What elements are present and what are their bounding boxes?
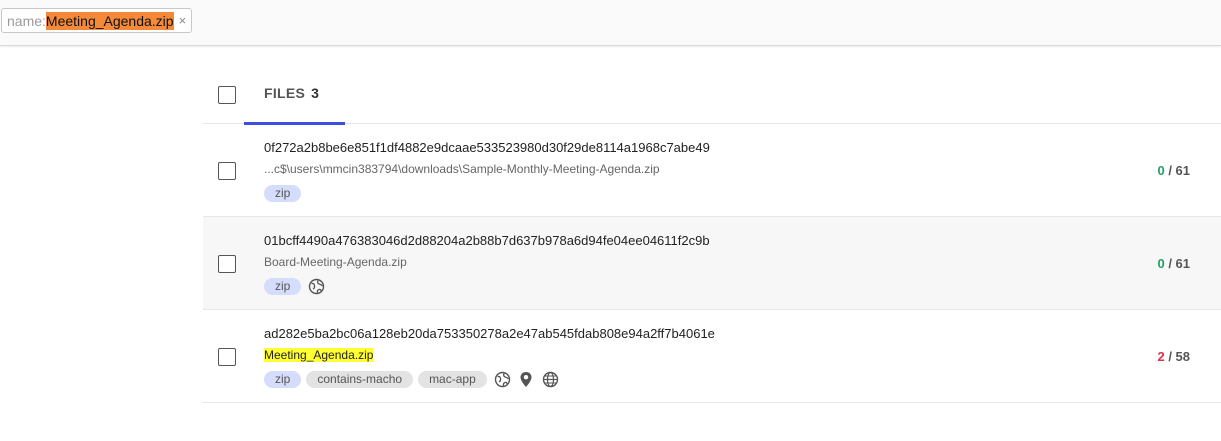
network-globe-icon xyxy=(308,278,325,295)
file-hash[interactable]: 0f272a2b8be6e851f1df4882e9dcaae533523980… xyxy=(264,140,710,155)
search-bar: name: Meeting_Agenda.zip × xyxy=(0,0,1221,46)
tag-list: zip xyxy=(264,185,302,202)
network-globe-icon xyxy=(494,371,511,388)
row-checkbox[interactable] xyxy=(218,348,236,366)
detection-total: / 58 xyxy=(1168,349,1190,364)
row-checkbox[interactable] xyxy=(218,162,236,180)
results-header: FILES 3 xyxy=(203,46,1221,125)
detection-score: 2 / 58 xyxy=(1157,349,1190,364)
tag-list: zip contains-macho mac-app xyxy=(264,371,559,388)
tag-zip[interactable]: zip xyxy=(264,278,302,295)
tab-files-label: FILES 3 xyxy=(264,85,319,101)
detection-count: 2 xyxy=(1157,349,1165,364)
file-name: Board-Meeting-Agenda.zip xyxy=(264,255,407,269)
tag-list: zip xyxy=(264,278,325,295)
filter-value: Meeting_Agenda.zip xyxy=(45,11,174,30)
web-globe-icon xyxy=(542,371,559,388)
remove-filter-icon[interactable]: × xyxy=(179,13,187,28)
tag-zip[interactable]: zip xyxy=(264,185,302,202)
detection-count: 0 xyxy=(1157,256,1165,271)
file-hash[interactable]: ad282e5ba2bc06a128eb20da753350278a2e47ab… xyxy=(264,326,715,341)
row-checkbox[interactable] xyxy=(218,255,236,273)
file-name: ...c$\users\mmcin383794\downloads\Sample… xyxy=(264,162,660,176)
tag-contains-macho[interactable]: contains-macho xyxy=(306,371,414,388)
tag-mac-app[interactable]: mac-app xyxy=(418,371,487,388)
detection-count: 0 xyxy=(1157,163,1165,178)
tab-files-text: FILES xyxy=(264,85,306,101)
search-filter-chip[interactable]: name: Meeting_Agenda.zip × xyxy=(1,8,193,33)
detection-total: / 61 xyxy=(1168,163,1190,178)
filter-key: name: xyxy=(7,12,46,29)
file-row[interactable]: 01bcff4490a476383046d2d88204a2b88b7d637b… xyxy=(203,217,1221,310)
file-row[interactable]: ad282e5ba2bc06a128eb20da753350278a2e47ab… xyxy=(203,310,1221,403)
file-row[interactable]: 0f272a2b8be6e851f1df4882e9dcaae533523980… xyxy=(203,124,1221,217)
tab-files-count: 3 xyxy=(311,85,320,101)
file-name: Meeting_Agenda.zip xyxy=(264,348,374,362)
detection-score: 0 / 61 xyxy=(1157,163,1190,178)
file-hash[interactable]: 01bcff4490a476383046d2d88204a2b88b7d637b… xyxy=(264,233,710,248)
location-pin-icon xyxy=(518,371,535,388)
tag-zip[interactable]: zip xyxy=(264,371,302,388)
detection-total: / 61 xyxy=(1168,256,1190,271)
detection-score: 0 / 61 xyxy=(1157,256,1190,271)
tab-files[interactable]: FILES 3 xyxy=(244,46,345,125)
select-all-checkbox[interactable] xyxy=(218,86,236,104)
